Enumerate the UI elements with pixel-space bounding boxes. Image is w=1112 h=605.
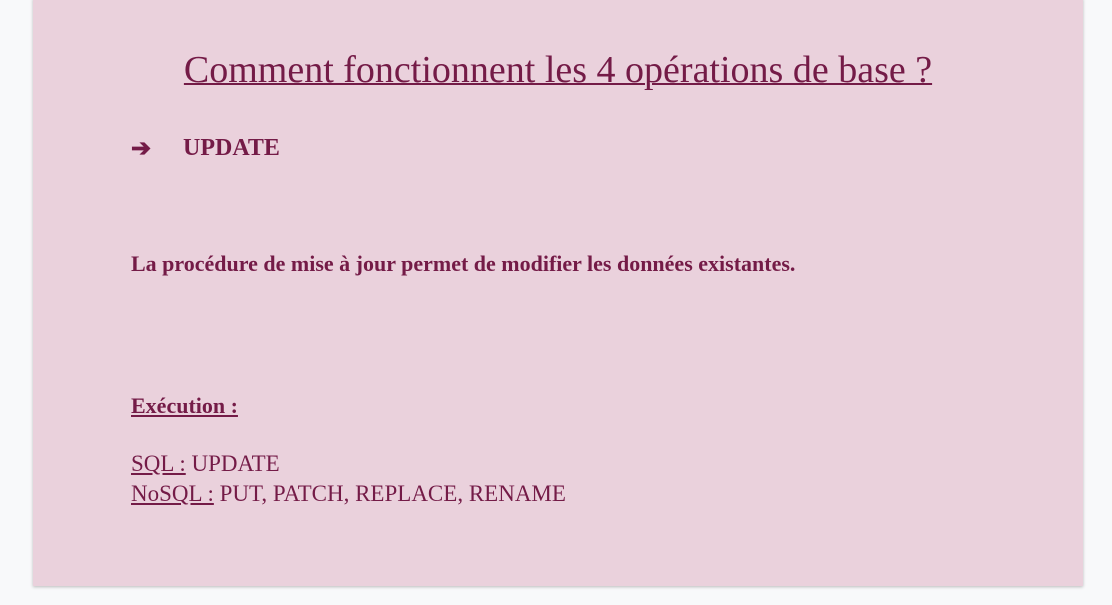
bullet-update: UPDATE [183,135,280,161]
nosql-line: NoSQL : PUT, PATCH, REPLACE, RENAME [131,481,566,507]
slide-title: Comment fonctionnent les 4 opérations de… [183,49,933,91]
sql-label: SQL : [131,451,186,476]
sql-line: SQL : UPDATE [131,451,280,477]
sql-value: UPDATE [185,451,280,476]
nosql-label: NoSQL : [131,481,214,506]
description: La procédure de mise à jour permet de mo… [131,251,796,276]
execution-heading: Exécution : [131,393,238,418]
nosql-value: PUT, PATCH, REPLACE, RENAME [213,481,566,506]
slide: Comment fonctionnent les 4 opérations de… [33,0,1083,586]
arrow-right-icon: ➔ [131,136,152,162]
